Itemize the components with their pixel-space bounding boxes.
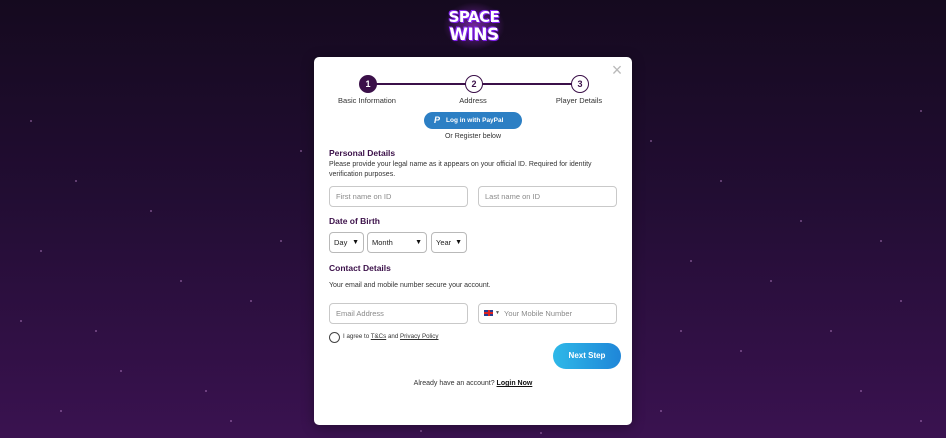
agree-and: and: [386, 333, 400, 340]
step-1-label: Basic Information: [338, 96, 396, 105]
agree-terms-text: I agree to T&Cs and Privacy Policy: [343, 333, 439, 340]
personal-details-description: Please provide your legal name as it app…: [329, 161, 592, 178]
registration-modal: × 1 2 3 Basic Information Address Player…: [314, 57, 632, 425]
dob-day-select[interactable]: Day ▼: [329, 232, 364, 253]
mobile-field[interactable]: ▼: [478, 303, 617, 324]
privacy-policy-link[interactable]: Privacy Policy: [400, 333, 439, 340]
paypal-icon: P: [434, 115, 441, 125]
email-field[interactable]: [329, 303, 468, 324]
or-register-text: Or Register below: [444, 133, 502, 140]
chevron-down-icon: ▼: [352, 239, 359, 246]
paypal-login-button[interactable]: P Log in with PayPal: [424, 112, 522, 129]
step-progress: 1 2 3 Basic Information Address Player D…: [314, 75, 632, 109]
email-input[interactable]: [336, 309, 467, 318]
already-account-text: Already have an account? Login Now: [314, 380, 632, 387]
step-2-label: Address: [459, 96, 487, 105]
dob-month-value: Month: [372, 238, 393, 247]
dob-month-select[interactable]: Month ▼: [367, 232, 427, 253]
already-account-label: Already have an account?: [413, 380, 497, 387]
chevron-down-icon[interactable]: ▼: [495, 304, 500, 323]
dob-year-value: Year: [436, 238, 452, 247]
login-now-link[interactable]: Login Now: [497, 380, 533, 387]
chevron-down-icon: ▼: [455, 239, 462, 246]
personal-details-heading: Personal Details: [329, 148, 396, 158]
mobile-input[interactable]: [504, 309, 616, 318]
first-name-field[interactable]: [329, 186, 468, 207]
last-name-input[interactable]: [485, 192, 616, 201]
last-name-field[interactable]: [478, 186, 617, 207]
agree-prefix: I agree to: [343, 333, 371, 340]
step-1-circle: 1: [359, 75, 377, 93]
date-of-birth-heading: Date of Birth: [329, 216, 380, 226]
contact-details-description: Your email and mobile number secure your…: [329, 282, 491, 289]
paypal-login-label: Log in with PayPal: [446, 117, 504, 124]
first-name-input[interactable]: [336, 192, 467, 201]
contact-details-heading: Contact Details: [329, 263, 391, 273]
space-wins-logo: SPACE WINS: [443, 2, 505, 50]
agree-terms-checkbox[interactable]: [329, 332, 340, 343]
chevron-down-icon: ▼: [415, 239, 422, 246]
step-3-circle: 3: [571, 75, 589, 93]
logo-text-line1: SPACE: [448, 8, 500, 26]
step-3-label: Player Details: [555, 96, 603, 105]
dob-year-select[interactable]: Year ▼: [431, 232, 467, 253]
dob-day-value: Day: [334, 238, 348, 247]
logo-text-line2: WINS: [449, 25, 499, 45]
tcs-link[interactable]: T&Cs: [371, 333, 386, 340]
uk-flag-icon[interactable]: [484, 310, 493, 316]
step-2-circle: 2: [465, 75, 483, 93]
next-step-button[interactable]: Next Step: [553, 343, 621, 369]
